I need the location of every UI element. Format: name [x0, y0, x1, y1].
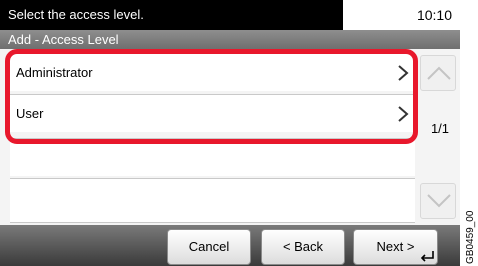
- svg-text:GB0459_00: GB0459_00: [465, 210, 476, 264]
- scroll-controls: 1/1: [420, 53, 460, 223]
- page-title: Add - Access Level: [0, 30, 460, 49]
- scroll-down-button[interactable]: [420, 183, 456, 219]
- page-indicator: 1/1: [430, 121, 450, 136]
- scroll-up-icon: [427, 66, 451, 80]
- enter-icon: [420, 251, 434, 262]
- selection-highlight: [5, 49, 418, 144]
- status-message: Select the access level.: [0, 0, 343, 30]
- scroll-down-icon: [427, 194, 451, 208]
- status-time: 10:10: [343, 0, 460, 30]
- next-label: Next >: [376, 239, 415, 254]
- reference-code: GB0459_00: [465, 210, 476, 264]
- scroll-up-button[interactable]: [420, 55, 456, 91]
- bottom-bar: Cancel < Back Next >: [0, 225, 460, 266]
- panel-screen: Select the access level. 10:10 Add - Acc…: [0, 0, 460, 266]
- back-button[interactable]: < Back: [261, 229, 345, 265]
- next-button[interactable]: Next >: [353, 229, 438, 265]
- status-bar: Select the access level. 10:10: [0, 0, 460, 30]
- empty-row: [10, 178, 415, 223]
- cancel-button[interactable]: Cancel: [167, 229, 251, 265]
